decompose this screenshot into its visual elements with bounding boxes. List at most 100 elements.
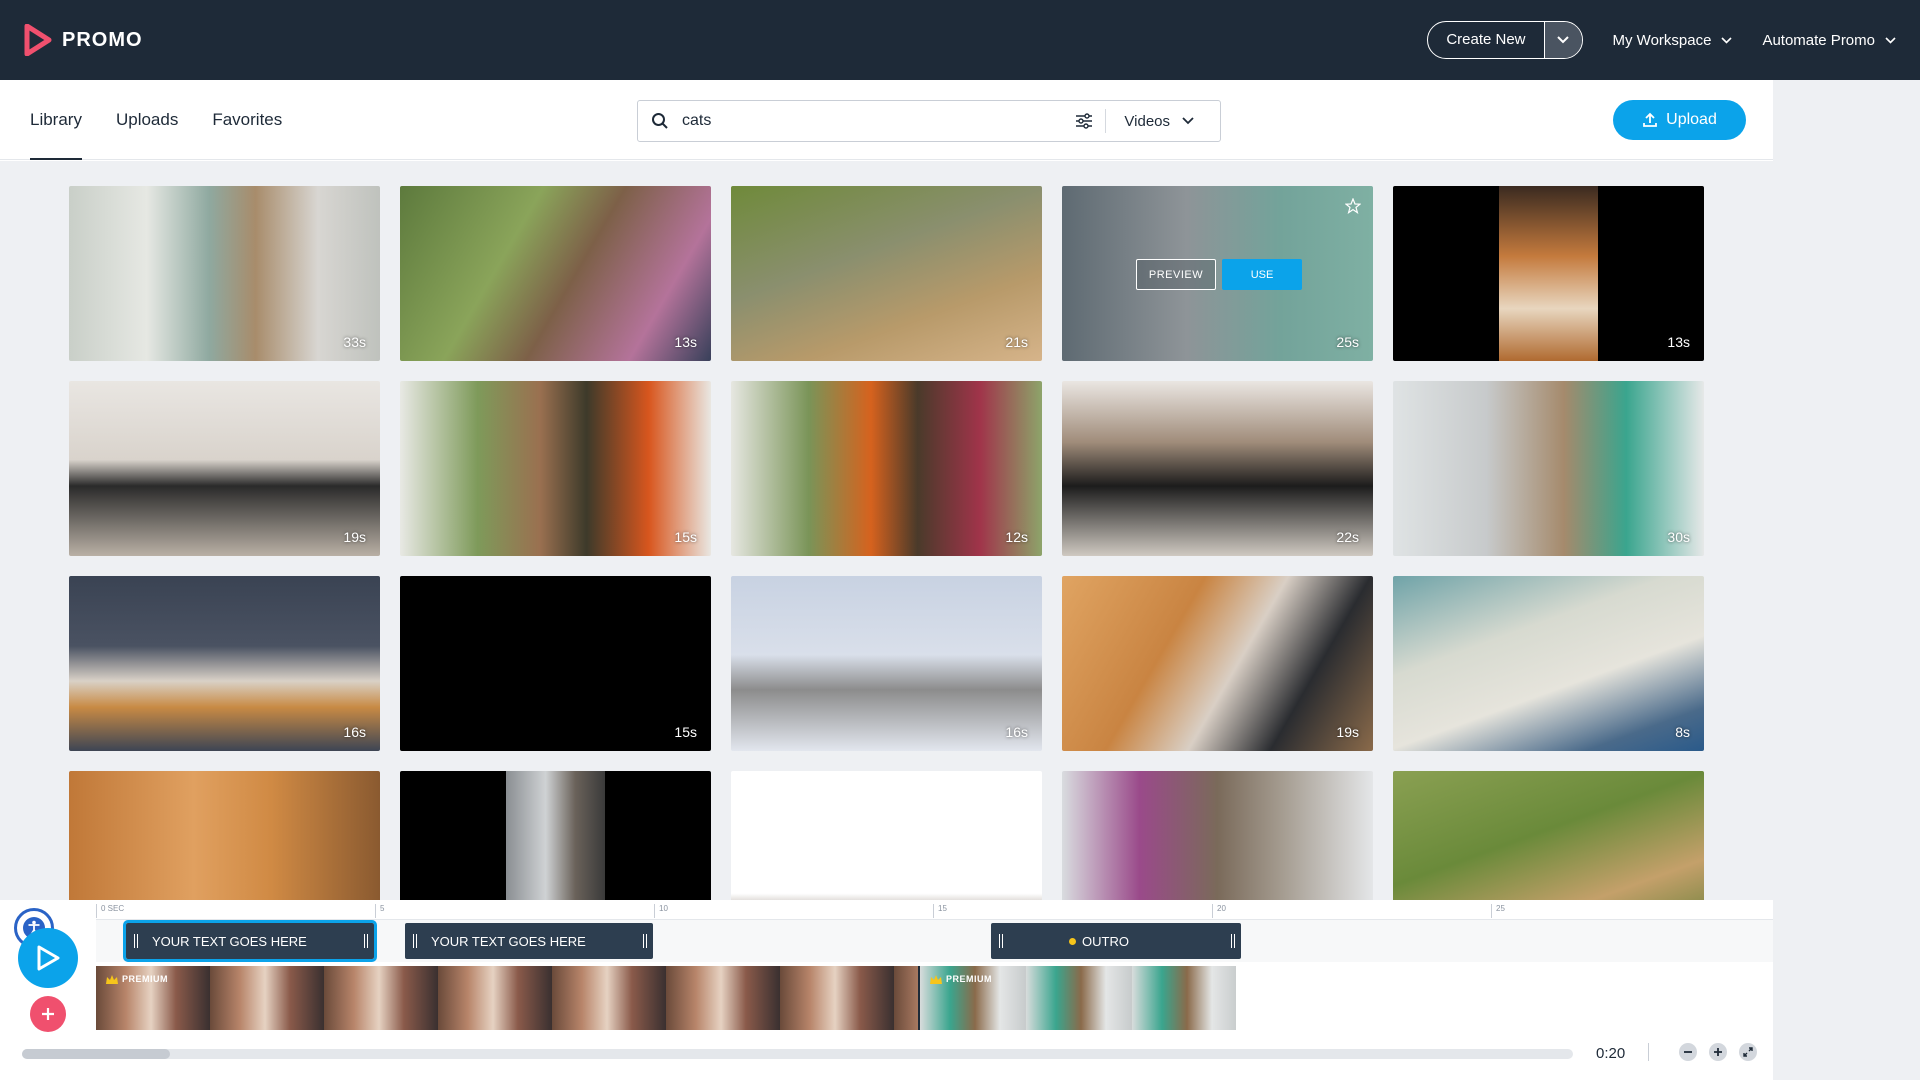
play-button[interactable] (18, 928, 78, 988)
video-duration: 19s (1336, 724, 1359, 740)
promo-logo[interactable]: PROMO (24, 24, 143, 56)
zoom-out-icon[interactable] (1679, 1043, 1697, 1061)
video-tile[interactable]: 13s (400, 186, 711, 361)
video-track: PREMIUM PREMIUM (96, 966, 1236, 1030)
clip-drag-handle[interactable] (413, 934, 417, 948)
my-workspace-menu[interactable]: My Workspace (1613, 32, 1733, 49)
text-clip[interactable]: YOUR TEXT GOES HERE (123, 920, 377, 962)
video-tile[interactable]: 15s (400, 381, 711, 556)
video-duration: 30s (1667, 529, 1690, 545)
automate-promo-label[interactable]: Automate Promo (1762, 32, 1875, 49)
filter-sliders-icon[interactable] (1062, 109, 1107, 133)
video-duration: 25s (1336, 334, 1359, 350)
premium-label: PREMIUM (946, 974, 992, 984)
fit-timeline-icon[interactable] (1739, 1043, 1757, 1061)
video-tile[interactable]: 16s (69, 576, 380, 751)
video-tile[interactable] (1062, 771, 1373, 900)
tab-favorites[interactable]: Favorites (212, 80, 282, 160)
ruler-tick: 10 (654, 904, 668, 918)
ruler-tick: 15 (933, 904, 947, 918)
video-duration: 15s (674, 529, 697, 545)
video-duration: 8s (1675, 724, 1690, 740)
premium-badge: PREMIUM (930, 974, 992, 984)
text-clip-label: YOUR TEXT GOES HERE (431, 933, 586, 949)
media-type-select[interactable]: Videos (1106, 113, 1220, 130)
tab-library[interactable]: Library (30, 80, 82, 160)
video-duration: 16s (343, 724, 366, 740)
chevron-down-icon (1182, 117, 1194, 125)
search-icon[interactable] (638, 112, 682, 130)
timeline-ruler[interactable]: 0 SEC 5 10 15 20 25 (96, 900, 1773, 920)
video-duration: 13s (1667, 334, 1690, 350)
upload-label[interactable]: Upload (1666, 111, 1717, 129)
clip-drag-handle[interactable] (1231, 934, 1235, 948)
video-tile-hovered[interactable]: PREVIEW USE 25s (1062, 186, 1373, 361)
create-new-button[interactable]: Create New (1427, 21, 1583, 59)
video-tile[interactable]: 15s (400, 576, 711, 751)
premium-label: PREMIUM (122, 974, 168, 984)
my-workspace-label[interactable]: My Workspace (1613, 32, 1712, 49)
outro-clip[interactable]: OUTRO (991, 923, 1241, 959)
clip-drag-handle[interactable] (643, 934, 647, 948)
zoom-controls (1648, 1043, 1757, 1061)
timeline-editor: 0 SEC 5 10 15 20 25 YOUR TEXT GOES HERE … (0, 900, 1773, 1080)
search-bar: Videos (637, 100, 1221, 142)
library-tabs: Library Uploads Favorites (30, 80, 282, 160)
video-tile[interactable] (69, 771, 380, 900)
video-tile[interactable]: 12s (731, 381, 1042, 556)
video-tile[interactable]: 13s (1393, 186, 1704, 361)
right-side-panel (1773, 80, 1920, 1080)
use-button[interactable]: USE (1222, 259, 1302, 290)
video-duration: 16s (1005, 724, 1028, 740)
video-tile[interactable]: 8s (1393, 576, 1704, 751)
outro-indicator-dot (1069, 937, 1076, 945)
video-tile[interactable]: 19s (1062, 576, 1373, 751)
premium-badge: PREMIUM (106, 974, 168, 984)
video-tile[interactable] (1393, 771, 1704, 900)
upload-icon (1643, 112, 1658, 127)
video-duration: 15s (674, 724, 697, 740)
media-type-value[interactable]: Videos (1124, 113, 1170, 130)
plus-icon (42, 1008, 54, 1020)
clip-drag-handle[interactable] (134, 934, 138, 948)
star-favorite-icon[interactable] (1344, 197, 1362, 219)
timeline-scrollbar[interactable] (22, 1049, 1573, 1059)
video-tile[interactable]: 30s (1393, 381, 1704, 556)
chevron-down-icon (1885, 36, 1896, 44)
add-clip-button[interactable] (30, 996, 66, 1032)
brand-name: PROMO (62, 28, 143, 51)
crown-icon (106, 974, 118, 984)
video-thumbnail (1499, 186, 1598, 361)
preview-button[interactable]: PREVIEW (1136, 259, 1216, 290)
video-clip[interactable]: PREMIUM (96, 966, 918, 1030)
ruler-tick: 0 SEC (96, 904, 124, 918)
clip-drag-handle[interactable] (364, 934, 368, 948)
chevron-down-icon[interactable] (1543, 22, 1582, 58)
automate-promo-menu[interactable]: Automate Promo (1762, 32, 1896, 49)
chevron-down-icon (1721, 36, 1733, 44)
video-tile[interactable]: 33s (69, 186, 380, 361)
clip-drag-handle[interactable] (999, 934, 1003, 948)
video-tile[interactable]: 22s (1062, 381, 1373, 556)
create-new-label[interactable]: Create New (1428, 22, 1543, 58)
ruler-tick: 25 (1491, 904, 1505, 918)
scrollbar-thumb[interactable] (22, 1049, 170, 1059)
tab-uploads[interactable]: Uploads (116, 80, 178, 160)
crown-icon (930, 974, 942, 984)
video-tile[interactable]: 19s (69, 381, 380, 556)
search-input[interactable] (682, 102, 1063, 140)
video-tile[interactable]: 21s (731, 186, 1042, 361)
video-tile[interactable] (400, 771, 711, 900)
video-tile[interactable]: 16s (731, 576, 1042, 751)
video-duration: 22s (1336, 529, 1359, 545)
promo-logo-icon (24, 24, 52, 56)
text-clip[interactable]: YOUR TEXT GOES HERE (405, 923, 653, 959)
zoom-in-icon[interactable] (1709, 1043, 1727, 1061)
video-tile[interactable] (731, 771, 1042, 900)
text-clip-label: YOUR TEXT GOES HERE (152, 933, 307, 949)
video-duration: 21s (1005, 334, 1028, 350)
video-clip[interactable]: PREMIUM (918, 966, 1236, 1030)
upload-button[interactable]: Upload (1613, 100, 1746, 140)
media-grid-area: 33s 13s 21s PREVIEW USE 25s 13s 19s 15s (0, 161, 1773, 900)
play-icon (37, 945, 60, 971)
